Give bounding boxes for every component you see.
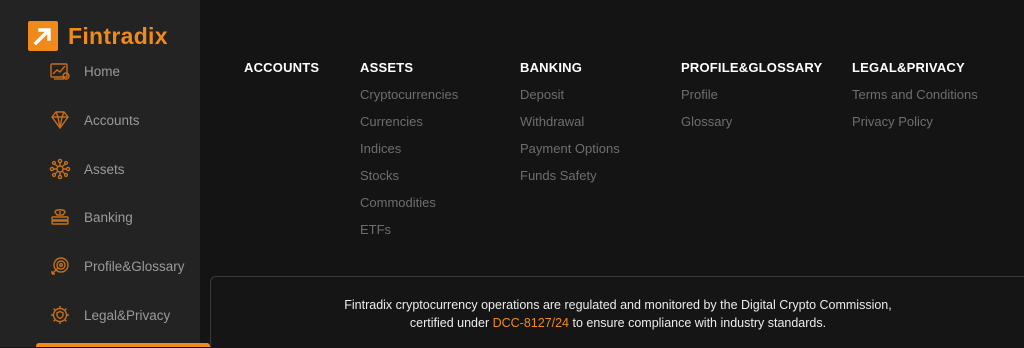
footer-link-profile[interactable]: Profile <box>681 87 822 103</box>
sidebar-item-label: Banking <box>84 209 133 225</box>
footer-link-commodities[interactable]: Commodities <box>360 195 458 211</box>
sidebar-item-accounts[interactable]: Accounts <box>48 105 140 135</box>
footer-link-stocks[interactable]: Stocks <box>360 168 458 184</box>
footer-link-funds-safety[interactable]: Funds Safety <box>520 168 620 184</box>
logo-arrow-icon <box>28 21 58 51</box>
footer-link-currencies[interactable]: Currencies <box>360 114 458 130</box>
notice-line-2-prefix: certified under <box>409 316 493 330</box>
column-title[interactable]: ACCOUNTS <box>244 60 319 76</box>
sidebar: Fintradix Home Accounts Assets Banking P… <box>0 0 210 347</box>
money-stack-icon <box>48 205 72 229</box>
regulatory-notice: Fintradix cryptocurrency operations are … <box>210 276 1024 348</box>
sidebar-item-profile-glossary[interactable]: Profile&Glossary <box>48 251 185 281</box>
network-icon <box>48 157 72 181</box>
footer-link-deposit[interactable]: Deposit <box>520 87 620 103</box>
brand-name: Fintradix <box>68 22 168 49</box>
footer-column-banking: BANKING Deposit Withdrawal Payment Optio… <box>520 60 620 184</box>
notice-line-1: Fintradix cryptocurrency operations are … <box>344 298 892 312</box>
regulatory-notice-text: Fintradix cryptocurrency operations are … <box>211 296 1024 332</box>
sidebar-item-label: Accounts <box>84 112 140 128</box>
footer-link-etfs[interactable]: ETFs <box>360 222 458 238</box>
footer-link-glossary[interactable]: Glossary <box>681 114 822 130</box>
sidebar-item-label: Profile&Glossary <box>84 258 185 274</box>
column-title: LEGAL&PRIVACY <box>852 60 965 75</box>
footer-link-privacy-policy[interactable]: Privacy Policy <box>852 114 978 130</box>
footer-link-withdrawal[interactable]: Withdrawal <box>520 114 620 130</box>
sidebar-item-banking[interactable]: Banking <box>48 202 133 232</box>
column-title: PROFILE&GLOSSARY <box>681 60 823 75</box>
sidebar-item-legal-privacy[interactable]: Legal&Privacy <box>48 300 170 330</box>
footer-link-payment-options[interactable]: Payment Options <box>520 141 620 157</box>
footer-link-cryptocurrencies[interactable]: Cryptocurrencies <box>360 87 458 103</box>
column-title: ASSETS <box>360 60 414 75</box>
footer-link-indices[interactable]: Indices <box>360 141 458 157</box>
gear-shield-icon <box>48 303 72 327</box>
footer-column-assets: ASSETS Cryptocurrencies Currencies Indic… <box>360 60 458 238</box>
sidebar-item-label: Home <box>84 63 121 79</box>
profile-target-icon <box>48 254 72 278</box>
sidebar-item-label: Legal&Privacy <box>84 307 171 323</box>
footer-column-accounts: ACCOUNTS <box>244 60 319 76</box>
sidebar-item-assets[interactable]: Assets <box>48 154 125 184</box>
brand-logo[interactable]: Fintradix <box>28 20 168 52</box>
notice-line-2-suffix: to ensure compliance with industry stand… <box>569 316 827 330</box>
sidebar-active-indicator <box>36 343 210 347</box>
footer-link-terms-and-conditions[interactable]: Terms and Conditions <box>852 87 978 103</box>
sidebar-item-label: Assets <box>84 161 125 177</box>
column-title: BANKING <box>520 60 583 75</box>
chart-icon <box>48 59 72 83</box>
footer-column-legal-privacy: LEGAL&PRIVACY Terms and Conditions Priva… <box>852 60 978 130</box>
sidebar-item-home[interactable]: Home <box>48 56 120 86</box>
diamond-icon <box>48 108 72 132</box>
footer-column-profile-glossary: PROFILE&GLOSSARY Profile Glossary <box>681 60 822 130</box>
license-code-link[interactable]: DCC-8127/24 <box>493 316 569 330</box>
